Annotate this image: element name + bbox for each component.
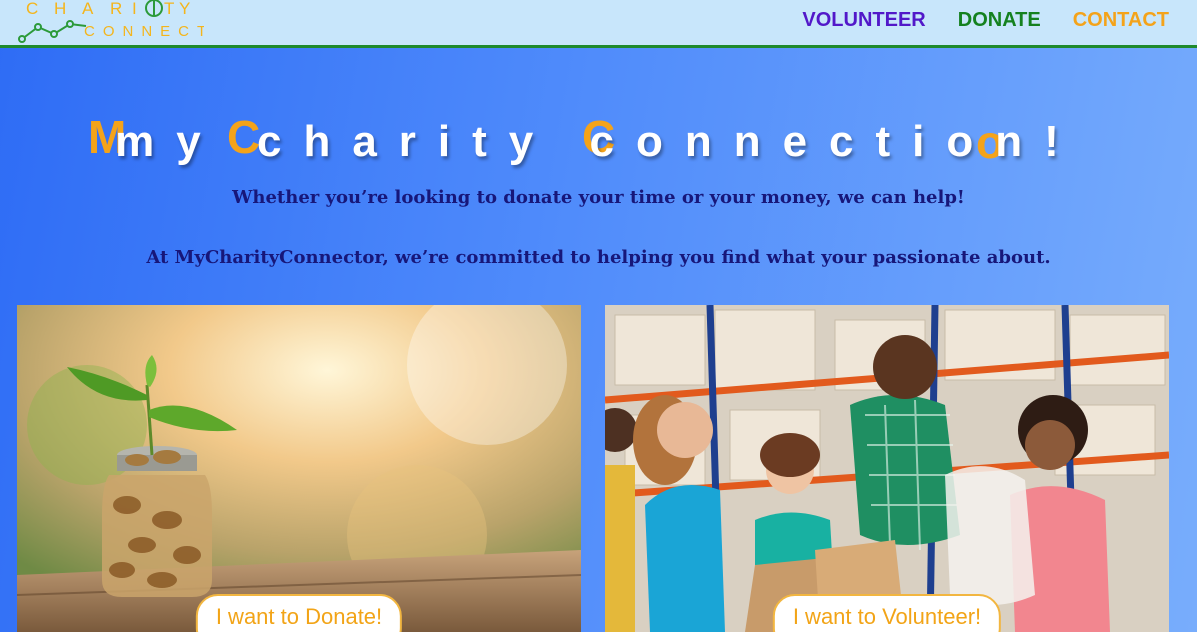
main-nav: VOLUNTEER DONATE CONTACT (802, 9, 1169, 32)
volunteers-food-drive-photo (605, 305, 1169, 632)
donate-button[interactable]: I want to Donate! (195, 594, 403, 632)
volunteer-card: I want to Volunteer! (605, 305, 1169, 632)
nav-volunteer-link[interactable]: VOLUNTEER (802, 9, 925, 32)
plant-coin-jar-photo (17, 305, 581, 632)
svg-text:T: T (164, 0, 174, 18)
logo-letter: A (82, 0, 94, 18)
logo-letter: R (110, 0, 122, 18)
logo-letter: H (54, 0, 66, 18)
donate-card: I want to Donate! (17, 305, 581, 632)
hero-tagline-mission: At MyCharityConnector, we’re committed t… (146, 247, 1051, 268)
volunteer-button[interactable]: I want to Volunteer! (772, 594, 1002, 632)
charity-connect-logo[interactable]: C H A R Y I T CONNECT (14, 0, 206, 46)
logo-subtext: CONNECT (84, 23, 204, 40)
logo-letter: C (26, 0, 38, 18)
nav-contact-link[interactable]: CONTACT (1073, 9, 1169, 32)
nav-donate-link[interactable]: DONATE (958, 9, 1041, 32)
hero-title-text: my charity connection! (115, 117, 1081, 166)
navbar: C H A R Y I T CONNECT VOLUNTEER DONATE C… (0, 0, 1197, 48)
logo-letter: Y (179, 0, 190, 18)
hero-tagline-donate: Whether you’re looking to donate your ti… (232, 187, 965, 208)
hero-title: M C C o my charity connection! (0, 108, 1197, 178)
svg-text:I: I (132, 0, 137, 18)
